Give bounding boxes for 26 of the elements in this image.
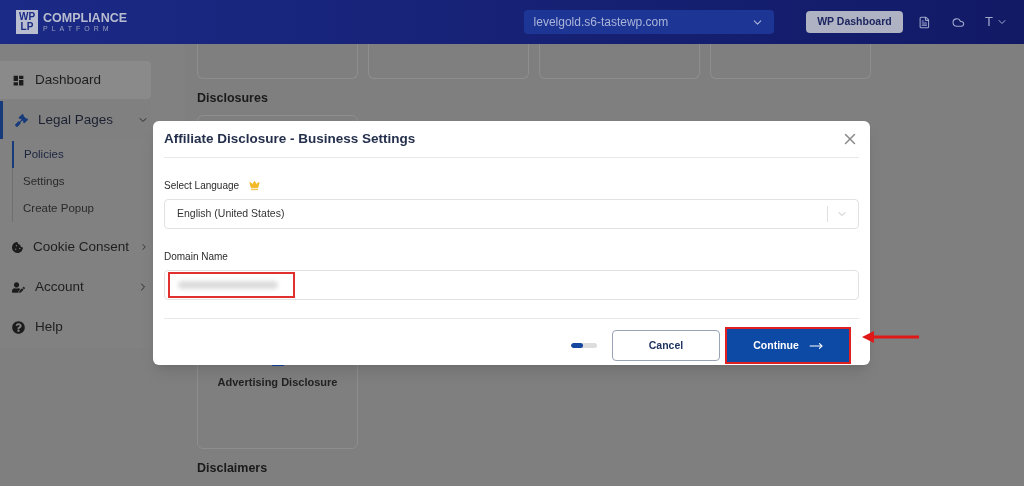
user-menu[interactable]: T: [985, 12, 1008, 32]
user-edit-icon: [12, 280, 25, 294]
domain-input[interactable]: [164, 270, 859, 300]
card-title: Advertising Disclosure: [217, 374, 338, 390]
continue-button[interactable]: Continue: [727, 329, 849, 362]
sidebar-item[interactable]: Help: [0, 308, 151, 346]
cloud-icon[interactable]: [952, 15, 966, 29]
dashboard-icon: [12, 73, 25, 87]
sidebar-item[interactable]: Dashboard: [0, 61, 151, 99]
section-heading: Disclosures: [197, 89, 269, 107]
field-label: Select Language: [164, 179, 240, 193]
sidebar-item[interactable]: Cookie Consent: [0, 228, 151, 266]
logo-mark: WP LP: [16, 10, 38, 34]
section-heading: Disclaimers: [197, 460, 269, 478]
field-label: Domain Name: [164, 250, 229, 264]
wp-dashboard-button[interactable]: WP Dashboard: [806, 11, 903, 33]
cookie-icon: [12, 240, 23, 254]
logo-name: COMPLIANCE: [43, 11, 128, 25]
cancel-button[interactable]: Cancel: [612, 330, 720, 361]
gavel-icon: [15, 113, 28, 127]
site-select[interactable]: levelgold.s6-tastewp.com: [523, 10, 775, 34]
help-icon: [12, 320, 25, 334]
sidebar-item[interactable]: Account: [0, 268, 151, 306]
annotation-arrow: [862, 331, 919, 343]
language-select[interactable]: English (United States): [164, 199, 859, 229]
document-icon[interactable]: [917, 15, 931, 29]
